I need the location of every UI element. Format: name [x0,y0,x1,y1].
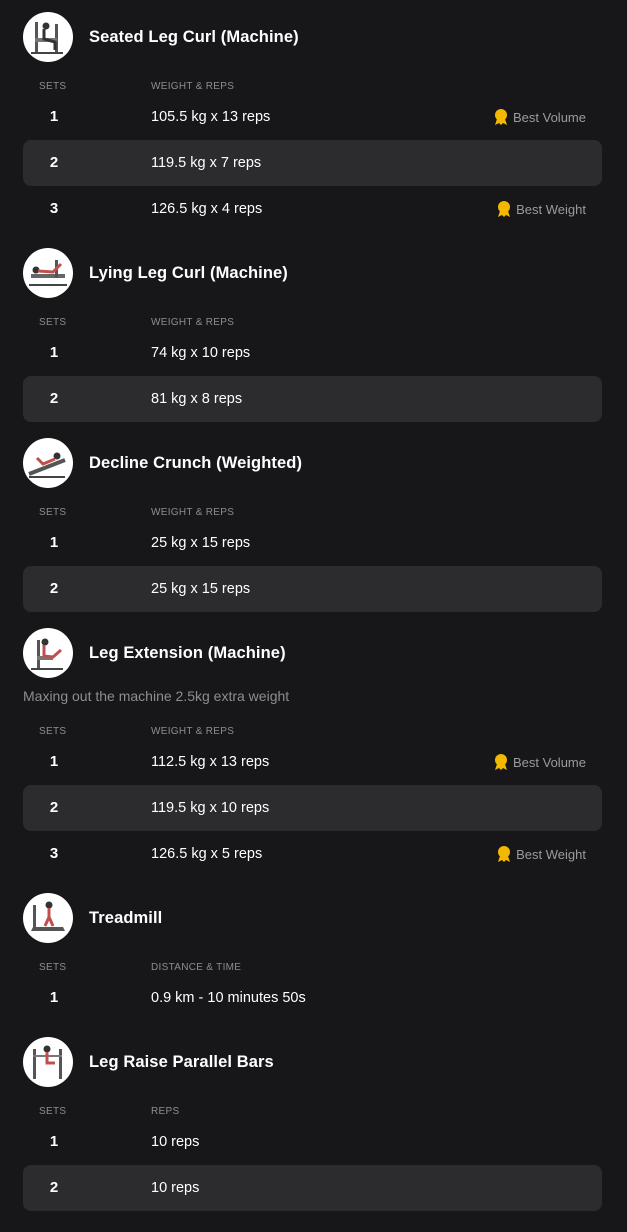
set-row: 1 0.9 km - 10 minutes 50s [23,975,602,1021]
set-value: 126.5 kg x 5 reps [151,846,263,862]
sets-column-header: SETS [39,81,67,92]
exercise-header[interactable]: Leg Raise Parallel Bars [23,1037,274,1087]
set-number: 2 [49,1179,59,1196]
set-value: 112.5 kg x 13 reps [151,754,270,770]
set-number: 1 [49,344,59,361]
set-number: 2 [49,580,59,597]
medal-icon [495,109,507,125]
set-number: 2 [49,154,59,171]
set-row: 1 105.5 kg x 13 reps Best Volume [23,94,602,140]
treadmill-icon[interactable] [23,893,73,943]
exercise-header[interactable]: Leg Extension (Machine) [23,628,286,678]
leg-raise-parallel-bars-icon[interactable] [23,1037,73,1087]
lying-leg-curl-icon[interactable] [23,248,73,298]
set-value: 25 kg x 15 reps [151,581,251,597]
medal-icon [495,754,507,770]
sets-column-header: SETS [39,1106,67,1117]
sets-column-header: SETS [39,726,67,737]
sets-column-header: SETS [39,962,67,973]
set-number: 1 [49,753,59,770]
set-number: 1 [49,534,59,551]
set-row: 3 126.5 kg x 5 reps Best Weight [23,831,602,877]
set-row: 1 112.5 kg x 13 reps Best Volume [23,739,602,785]
exercise-title[interactable]: Leg Extension (Machine) [89,644,286,663]
set-number: 1 [49,1133,59,1150]
set-value: 81 kg x 8 reps [151,391,243,407]
exercise-header[interactable]: Decline Crunch (Weighted) [23,438,302,488]
badge-label: Best Volume [513,754,586,770]
exercise-note: Maxing out the machine 2.5kg extra weigh… [23,688,290,704]
value-column-header: WEIGHT & REPS [151,81,235,92]
value-column-header: REPS [151,1106,180,1117]
set-number: 1 [49,108,59,125]
decline-crunch-icon[interactable] [23,438,73,488]
set-value: 10 reps [151,1180,200,1196]
best-volume-badge: Best Volume [493,739,586,785]
exercise-title[interactable]: Treadmill [89,909,162,928]
exercise-title[interactable]: Decline Crunch (Weighted) [89,454,302,473]
seated-leg-curl-icon[interactable] [23,12,73,62]
set-row: 2 81 kg x 8 reps [23,376,602,422]
set-value: 105.5 kg x 13 reps [151,109,271,125]
set-number: 1 [49,989,59,1006]
set-value: 10 reps [151,1134,200,1150]
set-row: 2 10 reps [23,1165,602,1211]
exercise-header[interactable]: Lying Leg Curl (Machine) [23,248,288,298]
medal-icon [498,846,511,862]
value-column-header: WEIGHT & REPS [151,507,235,518]
value-column-header: WEIGHT & REPS [151,317,235,328]
set-value: 25 kg x 15 reps [151,535,251,551]
badge-label: Best Volume [513,109,586,125]
set-row: 3 126.5 kg x 4 reps Best Weight [23,186,602,232]
best-volume-badge: Best Volume [493,94,586,140]
badge-label: Best Weight [516,201,586,217]
set-row: 2 119.5 kg x 7 reps [23,140,602,186]
exercise-title[interactable]: Leg Raise Parallel Bars [89,1053,274,1072]
set-value: 126.5 kg x 4 reps [151,201,263,217]
value-column-header: DISTANCE & TIME [151,962,242,973]
set-value: 74 kg x 10 reps [151,345,251,361]
set-number: 3 [49,845,59,862]
best-weight-badge: Best Weight [496,831,586,877]
set-row: 1 10 reps [23,1119,602,1165]
best-weight-badge: Best Weight [496,186,586,232]
set-value: 0.9 km - 10 minutes 50s [151,990,306,1006]
exercise-header[interactable]: Seated Leg Curl (Machine) [23,12,299,62]
leg-extension-icon[interactable] [23,628,73,678]
exercise-title[interactable]: Seated Leg Curl (Machine) [89,28,299,47]
set-value: 119.5 kg x 10 reps [151,800,270,816]
medal-icon [498,201,511,217]
set-row: 2 119.5 kg x 10 reps [23,785,602,831]
value-column-header: WEIGHT & REPS [151,726,235,737]
set-number: 3 [49,200,59,217]
set-value: 119.5 kg x 7 reps [151,155,262,171]
set-row: 1 25 kg x 15 reps [23,520,602,566]
set-number: 2 [49,799,59,816]
exercise-header[interactable]: Treadmill [23,893,162,943]
sets-column-header: SETS [39,317,67,328]
set-number: 2 [49,390,59,407]
sets-column-header: SETS [39,507,67,518]
badge-label: Best Weight [516,846,586,862]
exercise-title[interactable]: Lying Leg Curl (Machine) [89,264,288,283]
set-row: 2 25 kg x 15 reps [23,566,602,612]
set-row: 1 74 kg x 10 reps [23,330,602,376]
